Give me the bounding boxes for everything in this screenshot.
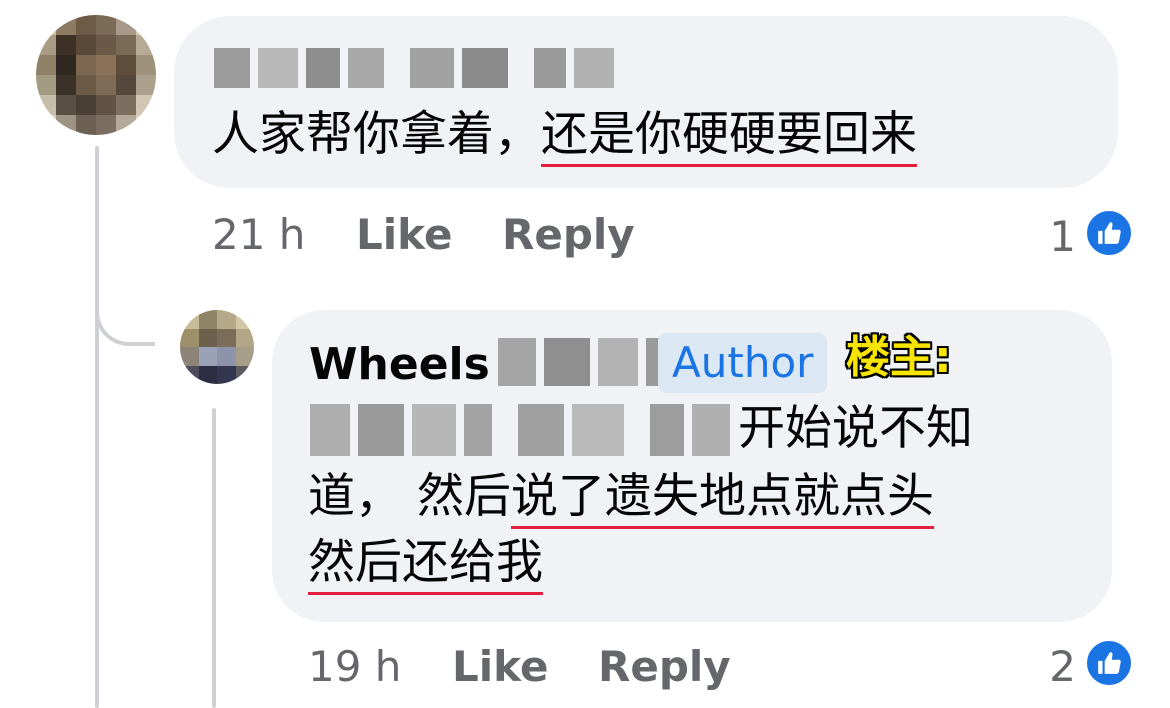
reply-text-highlighted: 说了遗失地点就点头 bbox=[510, 469, 934, 529]
thread-branch-line bbox=[95, 290, 155, 346]
reaction-count[interactable]: 2 bbox=[1026, 642, 1076, 692]
comment-text-plain: 人家帮你拿着， bbox=[212, 107, 541, 162]
reply-text-line-3: 然后还给我 bbox=[308, 532, 543, 595]
avatar-commenter[interactable] bbox=[36, 15, 156, 135]
comment-timestamp[interactable]: 21 h bbox=[212, 210, 305, 260]
thread-line bbox=[95, 146, 99, 708]
reply-text-line-2: 道， 然后说了遗失地点就点头 bbox=[308, 466, 934, 529]
comment-text: 人家帮你拿着，还是你硬硬要回来 bbox=[212, 104, 917, 167]
thumbs-up-icon[interactable] bbox=[1084, 208, 1134, 258]
like-button[interactable]: Like bbox=[452, 642, 548, 692]
op-annotation: 楼主: bbox=[846, 332, 952, 383]
redacted-mention bbox=[310, 404, 730, 456]
redacted-commenter-name bbox=[214, 48, 614, 88]
reply-text-plain: 道， 然后 bbox=[308, 469, 511, 524]
reply-author-name[interactable]: Wheels bbox=[309, 335, 490, 395]
reaction-count[interactable]: 1 bbox=[1030, 212, 1076, 262]
redacted-author-surname bbox=[498, 338, 666, 386]
reply-timestamp[interactable]: 19 h bbox=[308, 642, 401, 692]
reply-button[interactable]: Reply bbox=[598, 642, 731, 692]
reply-text-highlighted: 然后还给我 bbox=[308, 535, 543, 595]
avatar-author[interactable] bbox=[180, 310, 254, 384]
reply-text-line-1: 开始说不知 bbox=[738, 401, 973, 456]
comment-text-highlighted: 还是你硬硬要回来 bbox=[541, 107, 917, 167]
thumbs-up-icon[interactable] bbox=[1084, 638, 1134, 688]
reply-button[interactable]: Reply bbox=[502, 210, 635, 260]
like-button[interactable]: Like bbox=[356, 210, 452, 260]
reply-thread-line bbox=[212, 408, 216, 708]
author-badge: Author bbox=[658, 333, 828, 393]
